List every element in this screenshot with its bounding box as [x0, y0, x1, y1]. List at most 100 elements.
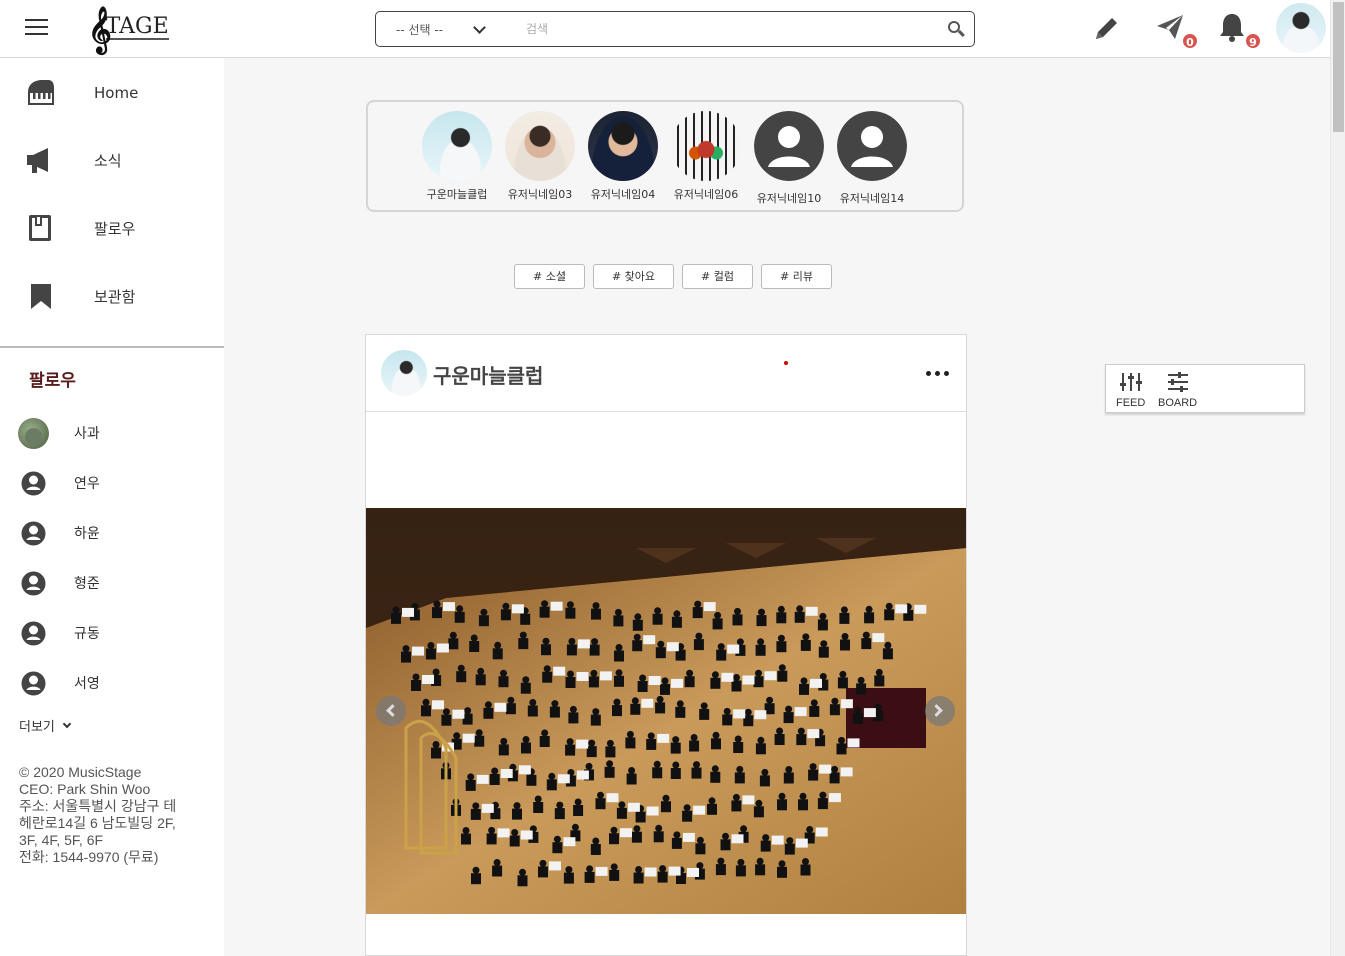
search-category-select[interactable]: -- 선택 -- [376, 12, 496, 46]
story-item[interactable]: 유저닉네임03 [498, 111, 582, 202]
musician-body [715, 864, 726, 876]
feed-view-button[interactable]: FEED [1116, 371, 1145, 409]
nav-bookmarks[interactable]: 보관함 [0, 266, 224, 326]
post-image[interactable] [366, 508, 966, 914]
music-stand [557, 774, 570, 784]
musician-body [671, 616, 682, 628]
pencil-icon[interactable] [1090, 12, 1124, 46]
musician-body [735, 865, 746, 877]
musician-head [714, 611, 722, 619]
musician-head [810, 699, 818, 707]
follow-item[interactable]: 서영 [18, 666, 218, 700]
scrollbar-thumb[interactable] [1333, 2, 1344, 132]
send-icon[interactable]: 0 [1155, 12, 1199, 50]
musician-body [684, 676, 695, 688]
musician-head [755, 799, 763, 807]
tag-looking-for[interactable]: # 찾아요 [592, 264, 675, 289]
musician-head [657, 640, 665, 648]
search-input[interactable] [496, 12, 938, 46]
musician-body [489, 774, 500, 785]
music-stand [682, 832, 695, 842]
musician-head [885, 602, 893, 610]
musician-head [511, 829, 519, 836]
musician-head [711, 765, 719, 773]
follow-item[interactable]: 형준 [18, 566, 218, 600]
logo[interactable]: 𝄞 TAGE [88, 6, 169, 50]
more-options-icon[interactable] [926, 371, 950, 377]
music-stand [595, 866, 608, 876]
music-stand [641, 698, 654, 708]
music-stand [668, 866, 681, 876]
musician-body [566, 644, 577, 656]
follow-item[interactable]: 하윤 [18, 516, 218, 550]
post-author-avatar[interactable] [381, 350, 427, 396]
story-item[interactable]: 유저닉네임10 [747, 111, 831, 206]
board-view-button[interactable]: BOARD [1158, 371, 1197, 409]
story-item[interactable]: 유저닉네임04 [581, 111, 665, 202]
musician-head [796, 605, 804, 613]
musician-body [609, 869, 620, 881]
musician-body [776, 641, 787, 653]
tag-social[interactable]: # 소셜 [514, 264, 585, 289]
nav-home[interactable]: Home [0, 63, 224, 123]
musician-body [588, 676, 599, 688]
follow-item[interactable]: 사과 [18, 416, 218, 450]
musician-body [760, 840, 771, 852]
musician-head [585, 762, 593, 770]
musician-head [522, 736, 530, 743]
musician-body [731, 680, 742, 692]
musician-head [541, 729, 549, 737]
nav-news[interactable]: 소식 [0, 130, 224, 190]
follow-name: 사과 [74, 426, 100, 442]
story-name: 유저닉네임14 [839, 192, 905, 205]
musician-body [483, 707, 494, 719]
musician-body [475, 674, 486, 686]
tag-review[interactable]: # 리뷰 [761, 264, 832, 289]
musician-head [610, 863, 618, 871]
chevron-down-icon [473, 21, 486, 34]
story-item[interactable]: 유저닉네임06 [664, 111, 748, 202]
musician-head [491, 767, 499, 775]
musician-head [484, 701, 492, 709]
musician-body [671, 837, 682, 849]
musician-head [556, 801, 564, 809]
bell-icon[interactable]: 9 [1218, 12, 1262, 50]
musician-body [512, 808, 522, 820]
music-stand [494, 702, 507, 712]
musician-head [566, 738, 574, 746]
music-stand [895, 604, 908, 614]
tag-column[interactable]: # 컬럼 [682, 264, 754, 289]
musician-body [391, 612, 401, 624]
musician-head [700, 702, 708, 710]
musician-head [433, 600, 441, 608]
musician-head [592, 602, 600, 610]
musician-head [432, 741, 440, 748]
musician-head [712, 731, 720, 739]
musician-head [477, 667, 485, 675]
story-item[interactable]: 유저닉네임14 [830, 111, 914, 206]
nav-follow[interactable]: 팔로우 [0, 198, 224, 258]
musician-body [568, 712, 579, 724]
show-more-link[interactable]: 더보기 [19, 716, 72, 735]
music-stand [553, 666, 566, 676]
musician-head [422, 698, 430, 706]
post-author-name[interactable]: 구운마늘클럽 [433, 360, 543, 389]
musician-body [584, 871, 595, 883]
carousel-next-button[interactable] [925, 696, 955, 726]
musician-body [432, 607, 442, 619]
music-stand [742, 675, 755, 685]
profile-avatar[interactable] [1276, 3, 1326, 53]
musician-body [655, 702, 666, 714]
chevron-down-icon [62, 719, 72, 728]
musician-head [734, 607, 741, 615]
carousel-prev-button[interactable] [376, 696, 406, 726]
search-icon[interactable] [938, 11, 974, 47]
story-avatar [505, 111, 575, 181]
musician-body [734, 772, 745, 784]
story-item[interactable]: 구운마늘클럽 [415, 111, 499, 202]
follow-item[interactable]: 연우 [18, 466, 218, 500]
menu-icon[interactable] [25, 19, 48, 37]
page-scrollbar[interactable] [1330, 0, 1345, 956]
musician-head [800, 677, 808, 685]
follow-item[interactable]: 규동 [18, 616, 218, 650]
